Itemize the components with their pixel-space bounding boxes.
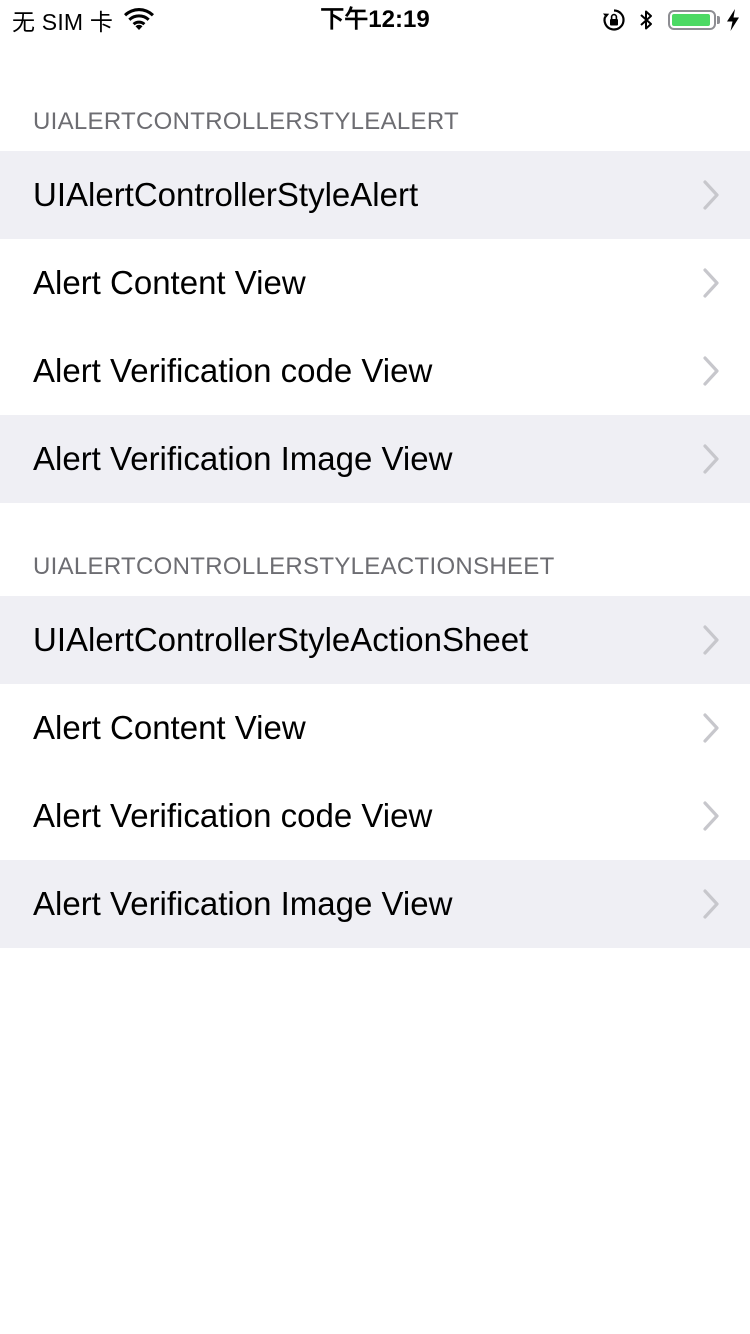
orientation-lock-icon bbox=[603, 9, 625, 31]
chevron-right-icon bbox=[703, 713, 719, 743]
chevron-right-icon bbox=[703, 801, 719, 831]
row-label: Alert Verification code View bbox=[33, 797, 433, 834]
row-label: Alert Verification Image View bbox=[33, 440, 453, 477]
status-bar: 无 SIM 卡 下午12:19 bbox=[0, 0, 750, 40]
charging-bolt-icon bbox=[727, 9, 739, 31]
chevron-right-icon bbox=[703, 625, 719, 655]
battery-cap bbox=[717, 16, 720, 24]
battery-level bbox=[672, 14, 710, 26]
row-label: Alert Content View bbox=[33, 709, 306, 746]
table-row[interactable]: Alert Verification Image View bbox=[0, 860, 750, 948]
row-label: UIAlertControllerStyleAlert bbox=[33, 176, 419, 213]
bluetooth-icon bbox=[640, 10, 652, 30]
table-row[interactable]: UIAlertControllerStyleAlert bbox=[0, 151, 750, 239]
row-label: Alert Content View bbox=[33, 264, 306, 301]
row-label: Alert Verification code View bbox=[33, 352, 433, 389]
chevron-right-icon bbox=[703, 444, 719, 474]
table-row[interactable]: Alert Verification code View bbox=[0, 327, 750, 415]
section-header-alert: UIAlertControllerStyleAlert bbox=[33, 108, 460, 135]
table-row[interactable]: Alert Content View bbox=[0, 684, 750, 772]
chevron-right-icon bbox=[703, 889, 719, 919]
row-label: UIAlertControllerStyleActionSheet bbox=[33, 621, 529, 658]
table-row[interactable]: Alert Content View bbox=[0, 239, 750, 327]
section-header-action-sheet: UIAlertControllerStyleActionSheet bbox=[33, 553, 555, 580]
row-label: Alert Verification Image View bbox=[33, 885, 453, 922]
chevron-right-icon bbox=[703, 356, 719, 386]
table-row[interactable]: UIAlertControllerStyleActionSheet bbox=[0, 596, 750, 684]
battery-icon bbox=[668, 10, 716, 30]
chevron-right-icon bbox=[703, 180, 719, 210]
table-row[interactable]: Alert Verification code View bbox=[0, 772, 750, 860]
table-row[interactable]: Alert Verification Image View bbox=[0, 415, 750, 503]
status-bar-right bbox=[602, 6, 740, 34]
chevron-right-icon bbox=[703, 268, 719, 298]
